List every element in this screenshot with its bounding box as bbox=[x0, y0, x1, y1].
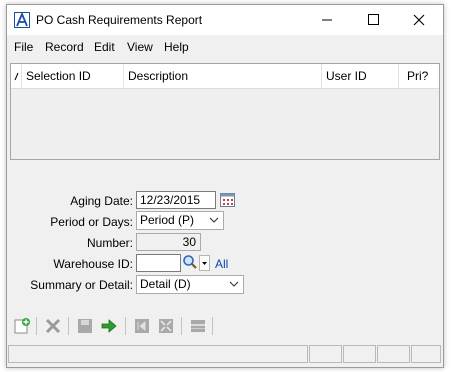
menu-view[interactable]: View bbox=[127, 40, 153, 54]
sort-marker-icon bbox=[14, 72, 19, 81]
first-record-button[interactable] bbox=[132, 316, 152, 336]
summary-or-detail-value: Detail (D) bbox=[140, 277, 191, 291]
menu-file[interactable]: File bbox=[14, 40, 33, 54]
warehouse-id-label: Warehouse ID: bbox=[53, 257, 133, 271]
number-input[interactable]: 30 bbox=[136, 233, 201, 251]
close-button[interactable] bbox=[396, 5, 442, 35]
status-bar bbox=[7, 343, 443, 365]
status-pane bbox=[377, 345, 410, 363]
warehouse-id-input[interactable] bbox=[136, 254, 181, 272]
close-icon bbox=[413, 14, 425, 26]
period-or-days-select[interactable]: Period (P) bbox=[136, 211, 224, 230]
calendar-icon[interactable] bbox=[220, 192, 235, 207]
aging-date-label: Aging Date: bbox=[70, 194, 133, 208]
toolbar-separator bbox=[181, 317, 182, 335]
save-button[interactable] bbox=[75, 316, 95, 336]
column-header-user-id[interactable]: User ID bbox=[322, 64, 399, 88]
row-marker-header[interactable] bbox=[11, 64, 22, 88]
save-icon bbox=[78, 319, 92, 333]
lookup-search-icon[interactable] bbox=[182, 254, 198, 270]
title-bar: PO Cash Requirements Report bbox=[7, 5, 443, 35]
period-or-days-value: Period (P) bbox=[140, 213, 195, 227]
aging-date-input[interactable]: 12/23/2015 bbox=[136, 191, 216, 209]
menu-bar: File Record Edit View Help bbox=[7, 37, 443, 57]
app-logo-icon bbox=[14, 12, 30, 28]
window-title: PO Cash Requirements Report bbox=[36, 13, 203, 27]
menu-record[interactable]: Record bbox=[45, 40, 84, 54]
summary-or-detail-label: Summary or Detail: bbox=[30, 278, 133, 292]
run-report-button[interactable] bbox=[99, 316, 119, 336]
status-pane bbox=[343, 345, 376, 363]
selection-grid[interactable]: Selection ID Description User ID Pri? bbox=[10, 63, 440, 160]
summary-or-detail-select[interactable]: Detail (D) bbox=[136, 275, 244, 294]
period-or-days-label: Period or Days: bbox=[50, 215, 133, 229]
number-label: Number: bbox=[86, 236, 133, 250]
delete-button[interactable] bbox=[43, 316, 63, 336]
maximize-button[interactable] bbox=[350, 5, 396, 35]
first-icon bbox=[135, 319, 149, 333]
minimize-icon bbox=[322, 19, 332, 21]
toolbar-separator bbox=[212, 317, 213, 335]
toolbar-separator bbox=[36, 317, 37, 335]
toolbar-separator bbox=[125, 317, 126, 335]
grid-header: Selection ID Description User ID Pri? bbox=[11, 64, 439, 89]
chevron-down-icon bbox=[209, 217, 219, 223]
new-record-icon bbox=[14, 318, 30, 334]
column-header-description[interactable]: Description bbox=[124, 64, 322, 88]
run-report-icon bbox=[101, 319, 117, 333]
new-record-button[interactable] bbox=[12, 316, 32, 336]
lookup-dropdown-button[interactable] bbox=[199, 255, 210, 271]
status-pane bbox=[309, 345, 342, 363]
status-pane bbox=[411, 345, 441, 363]
warehouse-all-link[interactable]: All bbox=[215, 257, 228, 271]
menu-help[interactable]: Help bbox=[164, 40, 189, 54]
dropdown-arrow-icon bbox=[202, 262, 207, 265]
chevron-down-icon bbox=[229, 281, 239, 287]
toolbar bbox=[7, 315, 443, 341]
menu-edit[interactable]: Edit bbox=[94, 40, 115, 54]
delete-icon bbox=[45, 318, 61, 334]
column-header-pri[interactable]: Pri? bbox=[399, 64, 439, 88]
minimize-button[interactable] bbox=[304, 5, 350, 35]
collapse-button[interactable] bbox=[156, 316, 176, 336]
toolbar-separator bbox=[68, 317, 69, 335]
maximize-icon bbox=[368, 14, 379, 25]
list-icon bbox=[191, 320, 205, 332]
report-window: PO Cash Requirements Report File Record … bbox=[6, 4, 444, 368]
collapse-icon bbox=[159, 319, 173, 333]
column-header-selection-id[interactable]: Selection ID bbox=[22, 64, 124, 88]
list-button[interactable] bbox=[188, 316, 208, 336]
status-pane-message bbox=[8, 345, 308, 363]
